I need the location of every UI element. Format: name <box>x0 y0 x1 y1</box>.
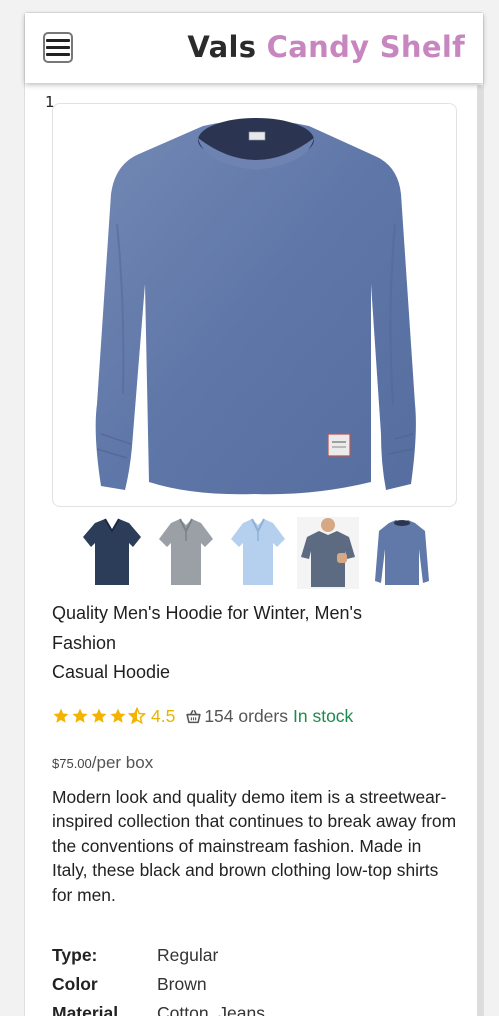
title-line: Fashion <box>52 632 117 653</box>
product-title: Quality Men's Hoodie for Winter, Men's F… <box>52 599 452 688</box>
star-rating <box>52 707 146 725</box>
spec-value: Brown <box>157 974 207 994</box>
spec-key: Color <box>52 974 98 994</box>
spec-key: Material <box>52 1003 119 1016</box>
spec-row-material: Material Cotton, Jeans <box>52 999 452 1016</box>
brand-name-primary: Vals <box>187 30 257 64</box>
brand-logo[interactable]: Vals Candy Shelf <box>187 30 465 64</box>
spec-key: Type: <box>52 945 98 965</box>
price-unit: /per box <box>91 753 154 772</box>
scrollbar-thumb[interactable] <box>477 85 483 1016</box>
main-product-image[interactable] <box>52 103 457 507</box>
rating-value: 4.5 <box>151 705 176 726</box>
star-full-icon <box>53 708 69 723</box>
blue-long-sleeve-shirt-thumbnail[interactable] <box>371 517 433 589</box>
model-wearing-polo-thumbnail[interactable] <box>297 517 359 589</box>
price-amount: $75.00 <box>52 756 92 771</box>
orders-count: 154 orders <box>204 705 288 726</box>
product-description: Modern look and quality demo item is a s… <box>52 787 457 905</box>
brand-name-accent: Candy Shelf <box>266 30 465 64</box>
spec-row-color: Color Brown <box>52 970 452 999</box>
spec-list: Type: Regular Color Brown Material Cotto… <box>52 941 452 1016</box>
light-blue-polo-shirt-thumbnail[interactable] <box>227 517 289 589</box>
navy-v-neck-tshirt-thumbnail[interactable] <box>81 517 143 589</box>
hamburger-icon[interactable] <box>43 32 73 63</box>
grey-polo-shirt-thumbnail[interactable] <box>155 517 217 589</box>
blue-long-sleeve-shirt-image <box>95 118 416 495</box>
title-line: Casual Hoodie <box>52 662 171 682</box>
top-navbar: Vals Candy Shelf <box>25 13 483 83</box>
star-half-icon <box>128 707 146 725</box>
basket-icon <box>186 709 201 724</box>
spec-value: Regular <box>157 945 219 965</box>
thumbnail-strip <box>77 517 437 591</box>
title-line: Quality Men's Hoodie for Winter, Men's <box>52 603 362 623</box>
star-full-icon <box>91 708 107 723</box>
app-frame: Vals Candy Shelf 1 Quality Men's Hoodie … <box>24 12 484 1016</box>
price-row: $75.00/per box <box>52 753 153 773</box>
spec-value: Cotton, Jeans <box>157 1003 265 1016</box>
star-full-icon <box>72 708 88 723</box>
rating-row: 4.5 154 orders In stock <box>52 705 353 727</box>
star-full-icon <box>110 708 126 723</box>
stock-status: In stock <box>293 705 354 726</box>
spec-row-type: Type: Regular <box>52 941 452 970</box>
